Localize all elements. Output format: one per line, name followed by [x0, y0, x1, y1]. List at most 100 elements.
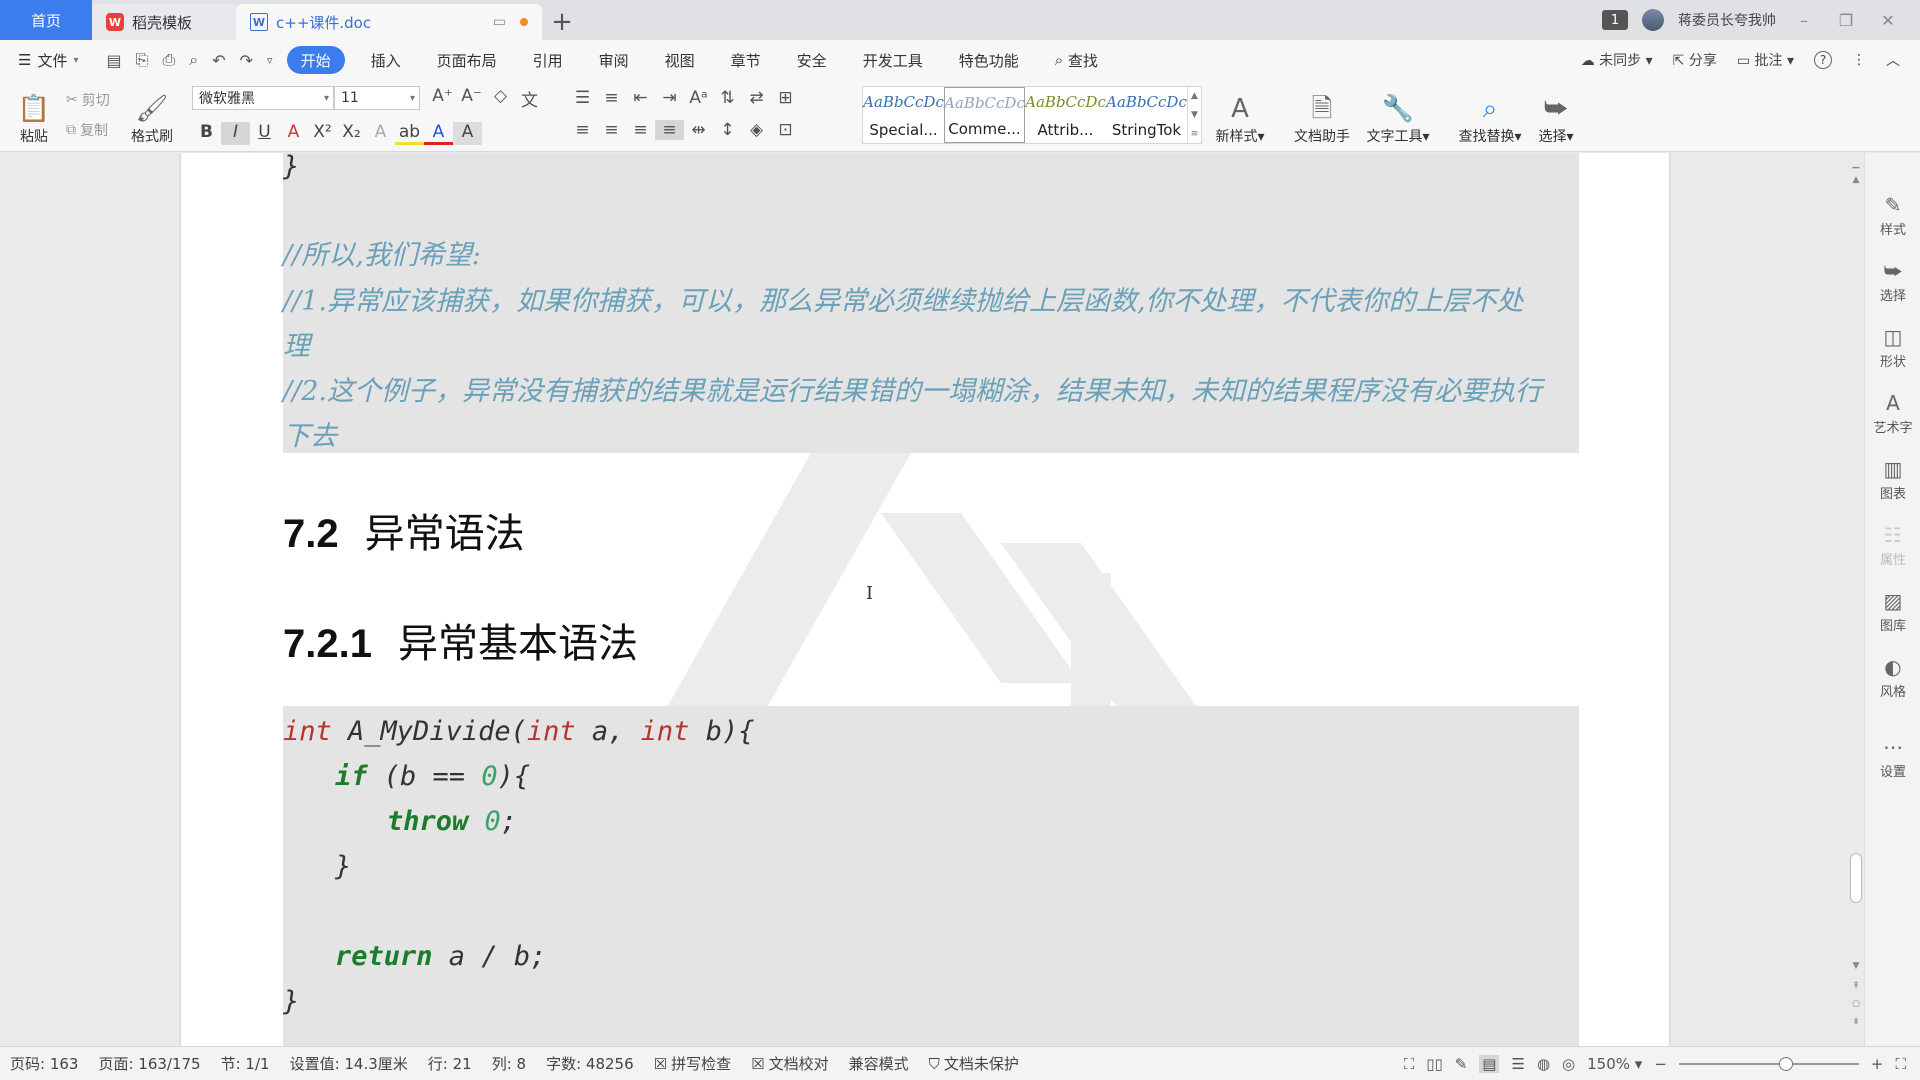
underline-icon[interactable]: U	[250, 122, 279, 145]
status-row[interactable]: 行: 21	[418, 1053, 482, 1074]
style-special[interactable]: AaBbCcDc Special...	[863, 87, 944, 143]
eye-protect-icon[interactable]: ◎	[1562, 1055, 1575, 1073]
fit-window-icon[interactable]: ⛶	[1895, 1055, 1906, 1073]
format-painter-button[interactable]: 🖌 格式刷	[126, 84, 178, 146]
justify-icon[interactable]: ≡	[655, 120, 684, 140]
panel-select[interactable]: ⮩ 选择	[1865, 261, 1920, 304]
more-icon[interactable]: ⋮	[1852, 52, 1866, 68]
menu-home[interactable]: 开始	[286, 46, 345, 74]
expand-icon[interactable]: ≡	[1191, 129, 1199, 139]
align-left-icon[interactable]: ≡	[568, 120, 597, 140]
tab-document[interactable]: W c++课件.doc ▭	[236, 4, 542, 40]
print-preview-icon[interactable]: ⌕	[189, 50, 198, 70]
shrink-font-icon[interactable]: A⁻	[457, 86, 486, 111]
bold-icon[interactable]: B	[192, 122, 221, 145]
bullets-icon[interactable]: ☰	[568, 88, 597, 108]
status-section[interactable]: 节: 1/1	[211, 1053, 280, 1074]
status-word-count[interactable]: 字数: 48256	[536, 1053, 644, 1074]
font-color-icon[interactable]: A	[424, 122, 453, 145]
redo-icon[interactable]: ↷	[240, 51, 253, 70]
italic-icon[interactable]: I	[221, 122, 250, 145]
fullscreen-icon[interactable]: ⛶	[1404, 1055, 1415, 1073]
screen-icon[interactable]: ▭	[493, 14, 506, 30]
decrease-indent-icon[interactable]: ⇤	[626, 88, 655, 108]
menu-developer[interactable]: 开发工具	[845, 46, 941, 74]
numbering-icon[interactable]: ≡	[597, 88, 626, 108]
select-button[interactable]: ⮩ 选择▾	[1530, 84, 1582, 146]
table-icon[interactable]: ⊞	[771, 88, 800, 108]
code-block-divide[interactable]: int A_MyDivide(int a, int b){ if (b == 0…	[283, 706, 1579, 1046]
menu-insert[interactable]: 插入	[353, 46, 419, 74]
web-view-icon[interactable]: ◍	[1537, 1055, 1550, 1073]
sort-icon[interactable]: ⇅	[713, 88, 742, 108]
increase-indent-icon[interactable]: ⇥	[655, 88, 684, 108]
clear-format-icon[interactable]: ◇	[486, 86, 515, 111]
panel-properties[interactable]: ☷ 属性	[1865, 525, 1920, 568]
comment-button[interactable]: ▭ 批注 ▾	[1737, 50, 1794, 70]
customize-icon[interactable]: ▿	[267, 54, 273, 67]
zoom-slider-knob[interactable]	[1778, 1057, 1793, 1071]
document-page[interactable]: } //所以,我们希望: //1.异常应该捕获，如果你捕获，可以，那么异常必须继…	[181, 153, 1669, 1046]
doc-assistant-button[interactable]: 🗎 文档助手	[1288, 84, 1356, 146]
status-col[interactable]: 列: 8	[482, 1053, 536, 1074]
align-center-icon[interactable]: ≡	[597, 120, 626, 140]
new-style-button[interactable]: A 新样式▾	[1210, 84, 1270, 146]
vertical-scrollbar[interactable]: ▁ ▲ ▼ ⇞ ○ ⇟	[1848, 153, 1864, 1046]
style-stringtok[interactable]: AaBbCcDc StringTok	[1106, 87, 1187, 143]
restore-icon[interactable]: ❐	[1832, 11, 1860, 30]
share-button[interactable]: ⇱ 分享	[1673, 50, 1717, 70]
paste-button[interactable]: 📋 粘贴	[10, 84, 58, 146]
tab-home[interactable]: 首页	[0, 0, 92, 40]
panel-gallery[interactable]: ▨ 图库	[1865, 591, 1920, 634]
zoom-in-icon[interactable]: +	[1871, 1055, 1884, 1073]
print-icon[interactable]: ⎙	[162, 50, 175, 70]
chevron-down-icon[interactable]: ▼	[1191, 110, 1198, 120]
find-replace-button[interactable]: ⌕ 查找替换▾	[1452, 84, 1528, 146]
style-gallery-scroll[interactable]: ▲ ▼ ≡	[1187, 87, 1201, 143]
chevron-up-icon[interactable]: ▲	[1848, 175, 1864, 185]
text-tools-button[interactable]: 🔧 文字工具▾	[1360, 84, 1436, 146]
style-comment[interactable]: AaBbCcDc Comme...	[944, 87, 1025, 143]
zoom-out-icon[interactable]: −	[1654, 1055, 1667, 1073]
zoom-level[interactable]: 150% ▾	[1587, 1055, 1642, 1073]
next-page-icon[interactable]: ⇟	[1848, 1017, 1864, 1027]
read-mode-icon[interactable]: ▯▯	[1426, 1055, 1443, 1073]
scroll-top-icon[interactable]: ▁	[1848, 159, 1864, 169]
status-page-code[interactable]: 页码: 163	[0, 1053, 88, 1074]
font-name-select[interactable]: 微软雅黑 ▾	[192, 86, 334, 110]
strikethrough-icon[interactable]: A	[279, 122, 308, 145]
collapse-ribbon-icon[interactable]: ︿	[1886, 50, 1900, 70]
cut-button[interactable]: ✂ 剪切	[66, 90, 110, 110]
status-page[interactable]: 页面: 163/175	[88, 1053, 210, 1074]
chevron-down-icon[interactable]: ▼	[1848, 961, 1864, 971]
menu-page-layout[interactable]: 页面布局	[419, 46, 515, 74]
zoom-slider[interactable]	[1678, 1057, 1859, 1071]
select-browse-icon[interactable]: ○	[1848, 999, 1864, 1009]
panel-chart[interactable]: ▥ 图表	[1865, 459, 1920, 502]
search-button[interactable]: ⌕ 查找	[1037, 46, 1116, 74]
text-direction-icon[interactable]: ⇄	[742, 88, 771, 108]
tab-template[interactable]: W 稻壳模板	[92, 4, 236, 40]
panel-theme[interactable]: ◐ 风格	[1865, 657, 1920, 700]
panel-settings[interactable]: ⋯ 设置	[1865, 737, 1920, 780]
panel-wordart[interactable]: A 艺术字	[1865, 393, 1920, 436]
text-effect-icon[interactable]: A	[366, 122, 395, 145]
spell-check-button[interactable]: ☒ 拼写检查	[644, 1053, 741, 1074]
proofread-button[interactable]: ☒ 文档校对	[741, 1053, 838, 1074]
minimize-icon[interactable]: –	[1790, 11, 1818, 30]
new-tab-button[interactable]: +	[542, 4, 582, 40]
subscript-icon[interactable]: X₂	[337, 122, 366, 145]
font-size-select[interactable]: 11 ▾	[334, 86, 420, 110]
panel-shapes[interactable]: ◫ 形状	[1865, 327, 1920, 370]
menu-chapter[interactable]: 章节	[713, 46, 779, 74]
superscript-icon[interactable]: X²	[308, 122, 337, 145]
code-block-comments[interactable]: } //所以,我们希望: //1.异常应该捕获，如果你捕获，可以，那么异常必须继…	[283, 153, 1579, 453]
menu-view[interactable]: 视图	[647, 46, 713, 74]
chevron-up-icon[interactable]: ▲	[1191, 91, 1198, 101]
menu-review[interactable]: 审阅	[581, 46, 647, 74]
protect-button[interactable]: ⛉ 文档未保护	[919, 1053, 1029, 1074]
grow-font-icon[interactable]: A⁺	[428, 86, 457, 111]
save-icon[interactable]: ▤	[107, 51, 122, 70]
panel-styles[interactable]: ✎ 样式	[1865, 195, 1920, 238]
distribute-icon[interactable]: ⇹	[684, 120, 713, 140]
